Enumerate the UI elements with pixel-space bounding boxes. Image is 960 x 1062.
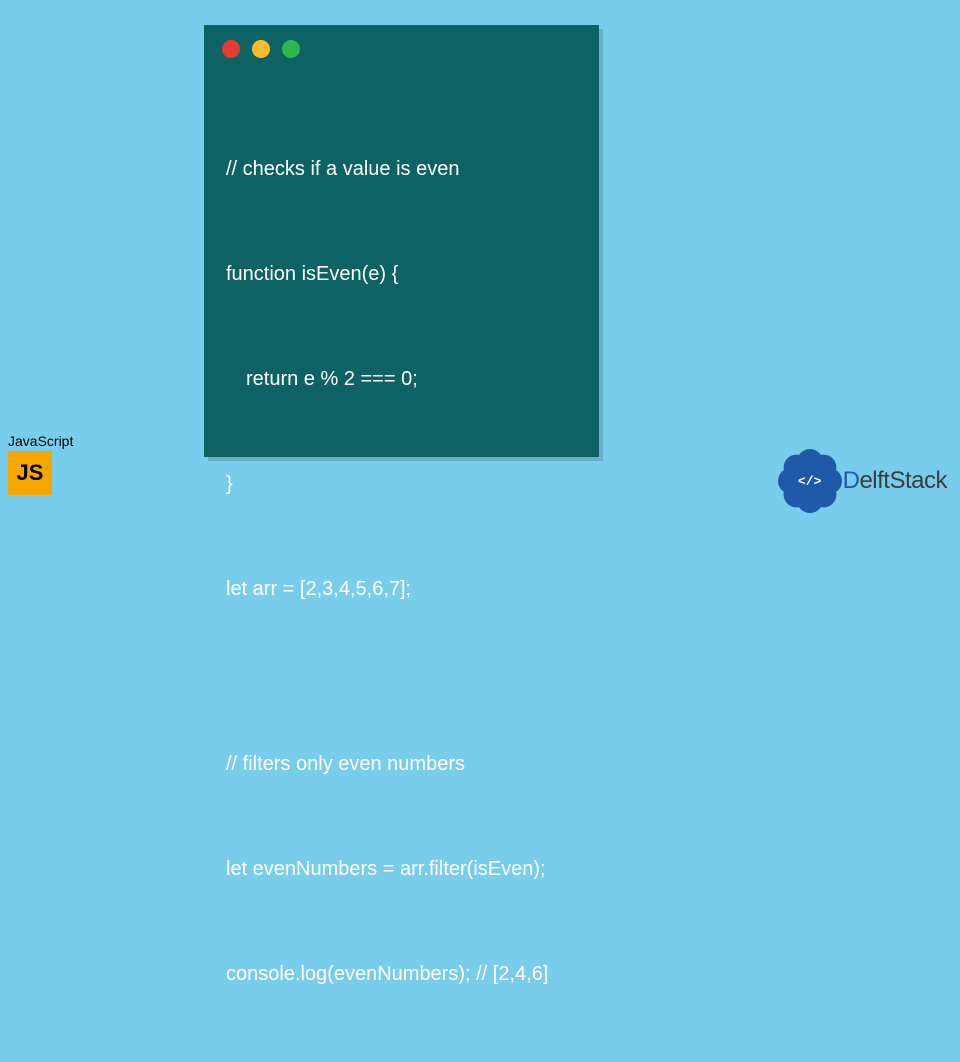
code-line: function isEven(e) { bbox=[226, 257, 577, 292]
minimize-icon bbox=[252, 40, 270, 58]
delftstack-wordmark-first: D bbox=[843, 467, 860, 494]
delftstack-center-glyph: </> bbox=[793, 464, 827, 498]
code-line: return e % 2 === 0; bbox=[226, 362, 577, 397]
javascript-icon: JS bbox=[8, 451, 52, 495]
code-body: // checks if a value is even function is… bbox=[204, 58, 599, 1062]
javascript-badge: JavaScript JS bbox=[8, 433, 73, 495]
delftstack-logo: </> DelftStack bbox=[779, 450, 947, 512]
window-controls bbox=[204, 25, 599, 58]
delftstack-wordmark: DelftStack bbox=[843, 467, 947, 495]
code-line: let arr = [2,3,4,5,6,7]; bbox=[226, 572, 577, 607]
javascript-icon-text: JS bbox=[17, 460, 44, 486]
code-line: // checks if a value is even bbox=[226, 152, 577, 187]
code-line: } bbox=[226, 467, 577, 502]
maximize-icon bbox=[282, 40, 300, 58]
delftstack-seal-icon: </> bbox=[779, 450, 841, 512]
code-line: // filters only even numbers bbox=[226, 747, 577, 782]
code-window: // checks if a value is even function is… bbox=[204, 25, 599, 457]
delftstack-wordmark-rest: elftStack bbox=[859, 467, 947, 494]
close-icon bbox=[222, 40, 240, 58]
code-line: let evenNumbers = arr.filter(isEven); bbox=[226, 852, 577, 887]
javascript-label: JavaScript bbox=[8, 433, 73, 449]
code-line: console.log(evenNumbers); // [2,4,6] bbox=[226, 957, 577, 992]
